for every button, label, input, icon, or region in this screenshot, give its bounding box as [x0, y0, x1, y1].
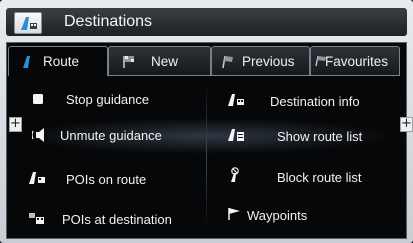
destination-info-icon [228, 94, 244, 106]
block-route-list-button[interactable]: Block route list [227, 166, 395, 188]
block-route-list-label: Block route list [277, 170, 362, 185]
unmute-guidance-label: Unmute guidance [60, 128, 162, 143]
page-title: Destinations [64, 13, 153, 30]
scroll-left-button[interactable]: + [9, 117, 22, 132]
waypoints-button[interactable]: Waypoints [227, 204, 395, 226]
block-route-icon [231, 167, 239, 182]
stop-square-icon [33, 94, 43, 104]
pois-at-destination-button[interactable]: POIs at destination [28, 208, 200, 230]
destination-info-label: Destination info [270, 94, 360, 109]
waypoint-flag-icon [228, 208, 240, 220]
new-flag-icon [123, 56, 134, 68]
tab-route-label: Route [43, 54, 80, 69]
unmute-guidance-button[interactable]: Unmute guidance [30, 124, 200, 146]
poi-road-icon [29, 172, 45, 184]
tab-previous[interactable]: Previous [211, 46, 310, 76]
show-route-list-button[interactable]: Show route list [227, 125, 395, 147]
pois-at-destination-label: POIs at destination [62, 212, 172, 227]
tab-new-label: New [151, 54, 179, 69]
stop-guidance-label: Stop guidance [66, 92, 150, 107]
tab-bar: Route New Previous Favourites [8, 46, 400, 76]
route-road-icon [23, 56, 30, 68]
tab-previous-label: Previous [242, 54, 295, 69]
previous-flag-icon [222, 55, 233, 69]
tab-route[interactable]: Route [8, 46, 108, 76]
speaker-icon [32, 128, 44, 142]
stop-guidance-button[interactable]: Stop guidance [30, 88, 200, 110]
destination-info-button[interactable]: Destination info [227, 90, 395, 112]
tab-favourites[interactable]: Favourites [310, 46, 400, 76]
title-bar: Destinations [6, 8, 407, 36]
route-list-icon [228, 129, 244, 141]
scroll-right-button[interactable]: + [400, 117, 413, 132]
navigation-map-icon [14, 12, 42, 34]
tab-favourites-label: Favourites [325, 54, 389, 69]
column-divider [206, 80, 207, 230]
pois-on-route-label: POIs on route [66, 172, 147, 187]
pois-on-route-button[interactable]: POIs on route [28, 168, 200, 190]
show-route-list-label: Show route list [277, 129, 363, 144]
poi-destination-icon [29, 213, 44, 224]
waypoints-label: Waypoints [247, 208, 308, 223]
tab-new[interactable]: New [108, 46, 211, 76]
